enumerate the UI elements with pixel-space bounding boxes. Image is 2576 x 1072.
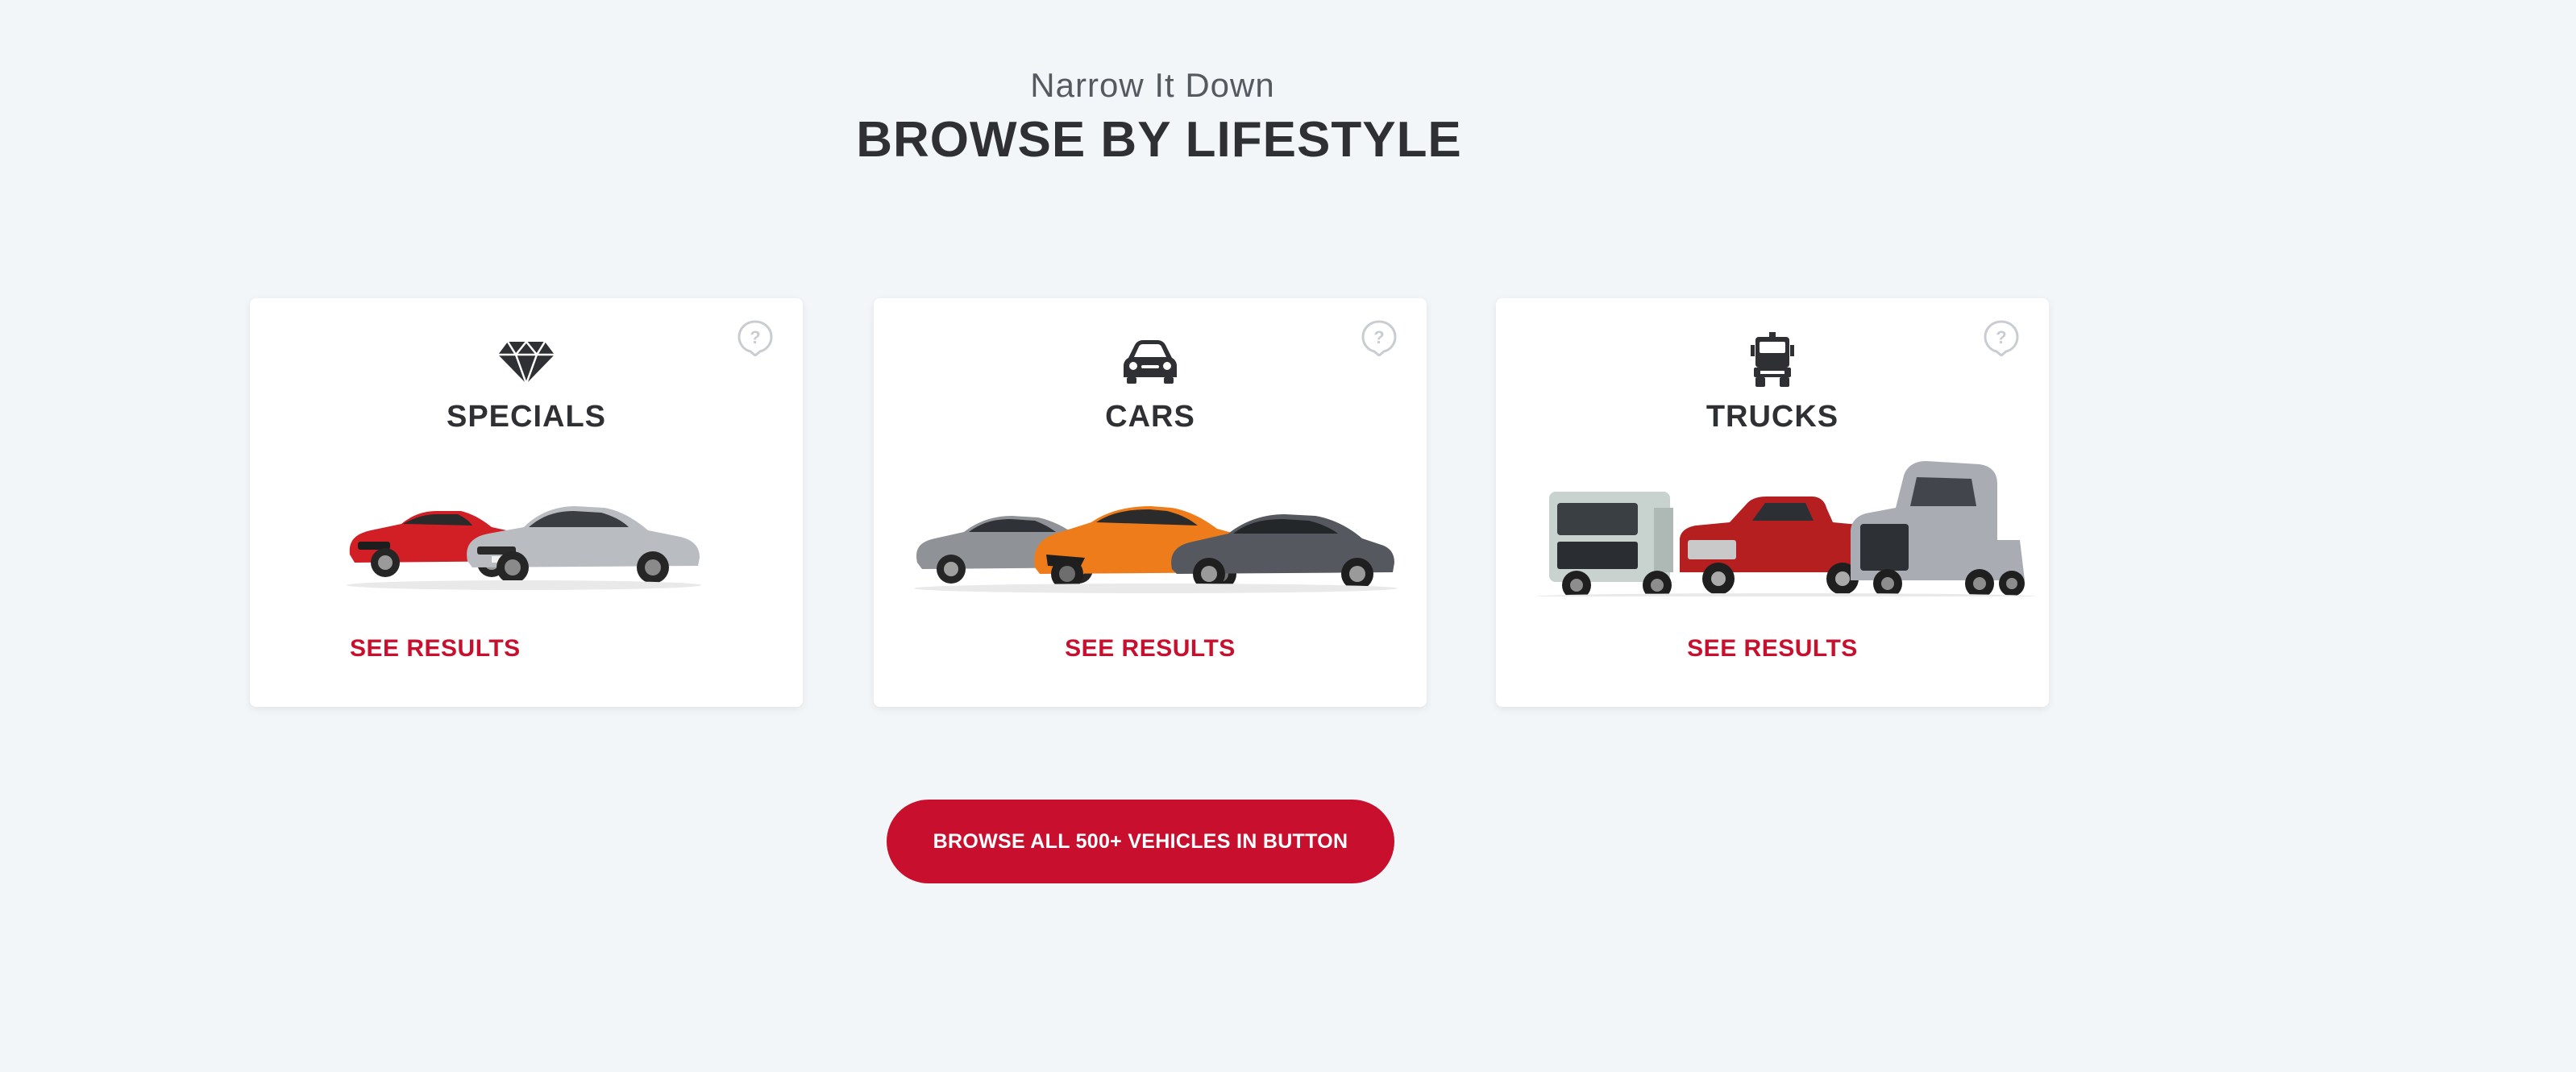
see-results-link[interactable]: SEE RESULTS: [874, 635, 1427, 663]
help-icon[interactable]: ?: [1983, 319, 2020, 356]
specials-vehicles-image: [347, 506, 701, 590]
lifestyle-card-trucks[interactable]: ? TRUCKS SEE RESULTS: [1496, 298, 2049, 707]
lifestyle-card-cars[interactable]: ? CARS SEE RESULTS: [874, 298, 1427, 707]
help-icon[interactable]: ?: [737, 319, 774, 356]
truck-icon: [1751, 332, 1794, 387]
see-results-link[interactable]: SEE RESULTS: [1496, 635, 2049, 663]
svg-text:?: ?: [750, 327, 760, 347]
svg-text:?: ?: [1996, 327, 2006, 347]
lifestyle-card-specials[interactable]: ? SPECIALS SEE RESULTS: [250, 298, 803, 707]
browse-all-vehicles-button[interactable]: BROWSE ALL 500+ VEHICLES IN BUTTON: [887, 800, 1394, 883]
car-icon: [1124, 340, 1177, 384]
svg-text:?: ?: [1373, 327, 1384, 347]
see-results-link[interactable]: SEE RESULTS: [350, 635, 769, 663]
section-eyebrow: Narrow It Down: [1030, 66, 1275, 104]
cars-vehicles-image: [914, 506, 1398, 593]
section-heading: BROWSE BY LIFESTYLE: [856, 112, 1462, 168]
help-icon[interactable]: ?: [1361, 319, 1398, 356]
trucks-vehicles-image: [1536, 461, 2036, 596]
diamond-icon: [498, 340, 555, 387]
